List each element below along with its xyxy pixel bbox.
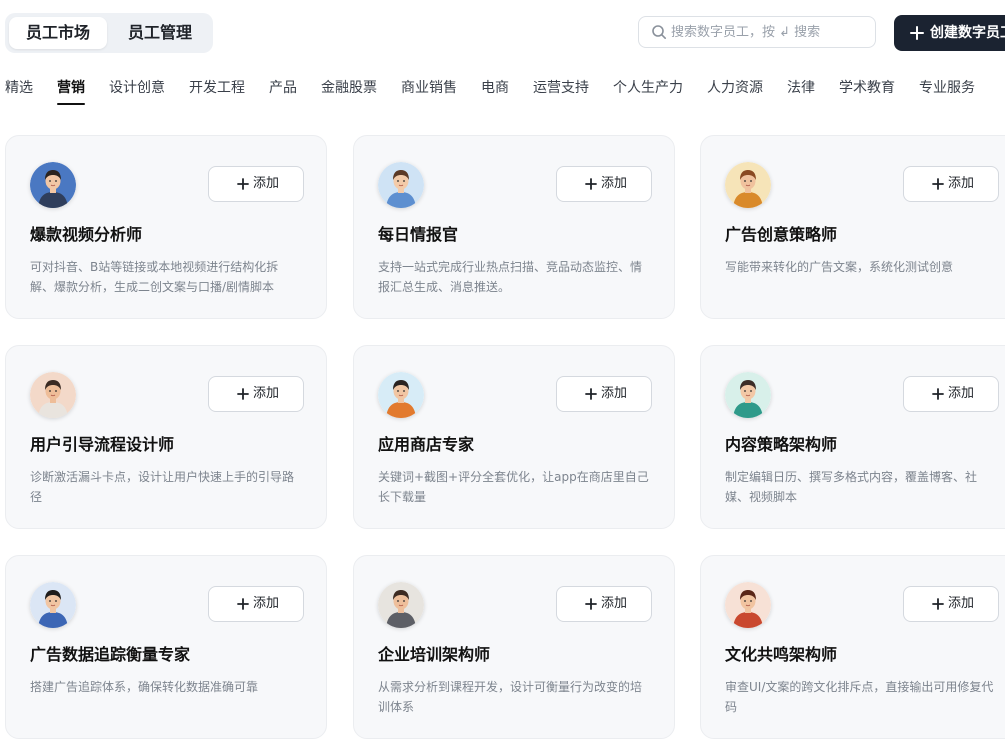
card-description: 可对抖音、B站等链接或本地视频进行结构化拆解、爆款分析，生成二创文案与口播/剧情… <box>30 260 279 294</box>
add-button-label: 添加 <box>601 176 628 191</box>
card-description: 从需求分析到课程开发，设计可衡量行为改变的培训体系 <box>378 680 643 714</box>
add-button-label: 添加 <box>948 596 975 611</box>
avatar-woman-orange-icon <box>378 372 424 418</box>
add-button[interactable]: 添加 <box>903 166 999 202</box>
add-button[interactable]: 添加 <box>208 166 304 202</box>
category-tab[interactable]: 营销 <box>57 76 85 105</box>
avatar-woman-red-icon <box>725 582 771 628</box>
add-button-label: 添加 <box>948 386 975 401</box>
plus-icon <box>932 598 944 610</box>
category-tab[interactable]: 金融股票 <box>321 76 377 102</box>
create-digital-employee-button[interactable]: 创建数字员工 <box>894 15 1005 51</box>
plus-icon <box>910 26 924 40</box>
avatar-man-beard-icon <box>30 372 76 418</box>
avatar-man-glasses-icon <box>30 582 76 628</box>
card-description: 搭建广告追踪体系，确保转化数据准确可靠 <box>30 680 259 694</box>
card-title: 爆款视频分析师 <box>30 225 143 244</box>
plus-icon <box>585 178 597 190</box>
category-tab[interactable]: 个人生产力 <box>613 76 683 102</box>
add-button-label: 添加 <box>948 176 975 191</box>
category-tab[interactable]: 电商 <box>481 76 509 102</box>
category-tab[interactable]: 人力资源 <box>707 76 763 102</box>
category-tab[interactable]: 运营支持 <box>533 76 589 102</box>
card-title: 广告数据追踪衡量专家 <box>30 645 191 664</box>
add-button[interactable]: 添加 <box>556 376 652 412</box>
card-title: 文化共鸣架构师 <box>725 645 838 664</box>
add-button-label: 添加 <box>253 176 280 191</box>
search-box <box>638 16 876 48</box>
category-tab[interactable]: 产品 <box>269 76 297 102</box>
employee-card[interactable]: 添加爆款视频分析师可对抖音、B站等链接或本地视频进行结构化拆解、爆款分析，生成二… <box>5 135 327 319</box>
tab-employee-management[interactable]: 员工管理 <box>111 17 209 49</box>
employee-card[interactable]: 添加每日情报官支持一站式完成行业热点扫描、竞品动态监控、情报汇总生成、消息推送。 <box>353 135 675 319</box>
avatar-man-suit-icon <box>30 162 76 208</box>
category-tab[interactable]: 开发工程 <box>189 76 245 102</box>
plus-icon <box>237 388 249 400</box>
category-tab[interactable]: 法律 <box>787 76 815 102</box>
plus-icon <box>585 388 597 400</box>
avatar-woman-teal-icon <box>725 372 771 418</box>
card-description: 制定编辑日历、撰写多格式内容，覆盖博客、社媒、视频脚本 <box>725 470 978 504</box>
card-title: 每日情报官 <box>378 225 459 244</box>
plus-icon <box>237 178 249 190</box>
card-title: 应用商店专家 <box>378 435 475 454</box>
avatar-woman-curly-icon <box>725 162 771 208</box>
employee-card[interactable]: 添加广告数据追踪衡量专家搭建广告追踪体系，确保转化数据准确可靠 <box>5 555 327 739</box>
card-title: 广告创意策略师 <box>725 225 838 244</box>
category-tab[interactable]: 学术教育 <box>839 76 895 102</box>
add-button[interactable]: 添加 <box>556 166 652 202</box>
search-input[interactable] <box>671 20 871 44</box>
category-tab[interactable]: 精选 <box>5 76 33 102</box>
category-tab[interactable]: 商业销售 <box>401 76 457 102</box>
card-description: 关键词+截图+评分全套优化，让app在商店里自己长下载量 <box>378 470 649 504</box>
plus-icon <box>932 178 944 190</box>
plus-icon <box>237 598 249 610</box>
employee-card[interactable]: 添加内容策略架构师制定编辑日历、撰写多格式内容，覆盖博客、社媒、视频脚本 <box>700 345 1005 529</box>
employee-card[interactable]: 添加企业培训架构师从需求分析到课程开发，设计可衡量行为改变的培训体系 <box>353 555 675 739</box>
employee-card[interactable]: 添加应用商店专家关键词+截图+评分全套优化，让app在商店里自己长下载量 <box>353 345 675 529</box>
category-tab[interactable]: 专业服务 <box>919 76 975 102</box>
card-description: 写能带来转化的广告文案，系统化测试创意 <box>725 260 954 274</box>
category-tabs: 精选 营销 设计创意 开发工程 产品 金融股票 商业销售 电商 运营支持 个人生产力 人力资源 法律学… <box>0 76 1005 108</box>
add-button[interactable]: 添加 <box>903 586 999 622</box>
tab-employee-market[interactable]: 员工市场 <box>9 17 107 49</box>
add-button-label: 添加 <box>601 596 628 611</box>
category-tab[interactable]: 设计创意 <box>109 76 165 102</box>
card-title: 用户引导流程设计师 <box>30 435 175 454</box>
add-button[interactable]: 添加 <box>208 376 304 412</box>
add-button-label: 添加 <box>601 386 628 401</box>
add-button[interactable]: 添加 <box>903 376 999 412</box>
card-description: 诊断激活漏斗卡点，设计让用户快速上手的引导路径 <box>30 470 295 504</box>
add-button-label: 添加 <box>253 596 280 611</box>
avatar-man-vest-icon <box>378 582 424 628</box>
plus-icon <box>932 388 944 400</box>
create-button-label: 创建数字员工 <box>930 25 1005 41</box>
employee-card[interactable]: 添加用户引导流程设计师诊断激活漏斗卡点，设计让用户快速上手的引导路径 <box>5 345 327 529</box>
card-title: 内容策略架构师 <box>725 435 838 454</box>
card-description: 支持一站式完成行业热点扫描、竞品动态监控、情报汇总生成、消息推送。 <box>378 260 643 294</box>
employee-card[interactable]: 添加文化共鸣架构师审查UI/文案的跨文化排斥点，直接输出可用修复代码 <box>700 555 1005 739</box>
view-switcher: 员工市场 员工管理 <box>5 13 213 53</box>
card-title: 企业培训架构师 <box>378 645 491 664</box>
add-button[interactable]: 添加 <box>208 586 304 622</box>
employee-card[interactable]: 添加广告创意策略师写能带来转化的广告文案，系统化测试创意 <box>700 135 1005 319</box>
card-description: 审查UI/文案的跨文化排斥点，直接输出可用修复代码 <box>725 680 994 714</box>
add-button[interactable]: 添加 <box>556 586 652 622</box>
add-button-label: 添加 <box>253 386 280 401</box>
search-icon <box>652 25 666 39</box>
plus-icon <box>585 598 597 610</box>
avatar-man-magnifier-icon <box>378 162 424 208</box>
top-bar: 员工市场 员工管理 创建数字员工 <box>0 0 1005 66</box>
